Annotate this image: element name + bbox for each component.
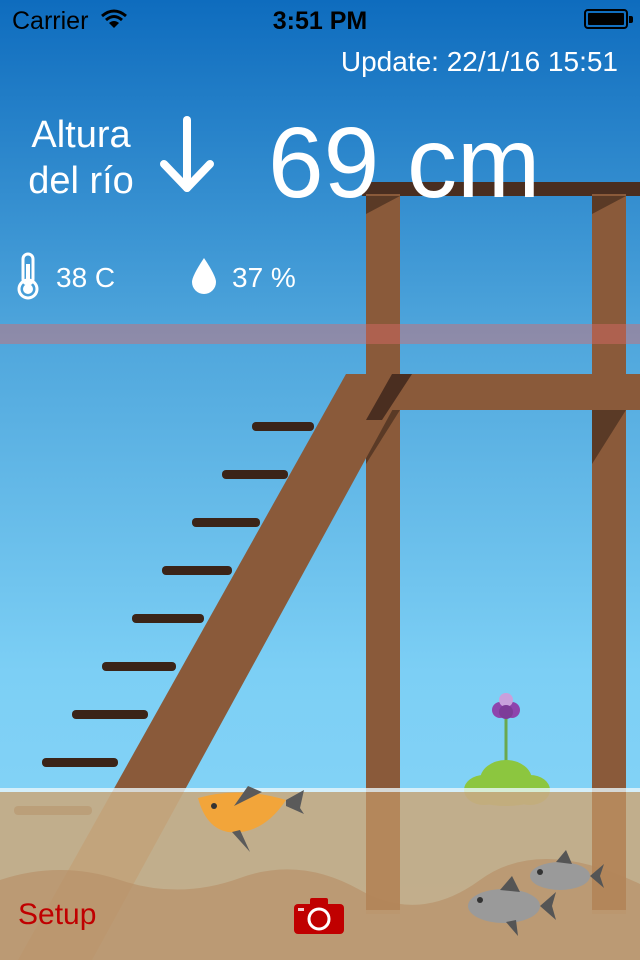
camera-icon[interactable] [292,896,346,936]
status-time: 3:51 PM [272,7,368,35]
crossbar [390,374,640,410]
update-timestamp: Update: 22/1/16 15:51 [340,46,618,77]
river-height-value: 69 cm [268,107,541,219]
temperature-value: 38 C [56,262,116,293]
river-height-label: Altura del río [22,112,140,204]
thermometer-icon [17,252,39,300]
water-level-line [0,324,640,344]
arrow-down-icon [160,116,214,192]
river-height-label-line2: del río [28,160,134,202]
setup-button[interactable]: Setup [18,898,96,932]
river-height-label-line1: Altura [31,114,131,156]
status-bar: Carrier 3:51 PM [0,0,640,40]
battery-icon [584,9,633,29]
water-drop-icon [192,258,216,294]
humidity-value: 37 % [232,262,296,293]
